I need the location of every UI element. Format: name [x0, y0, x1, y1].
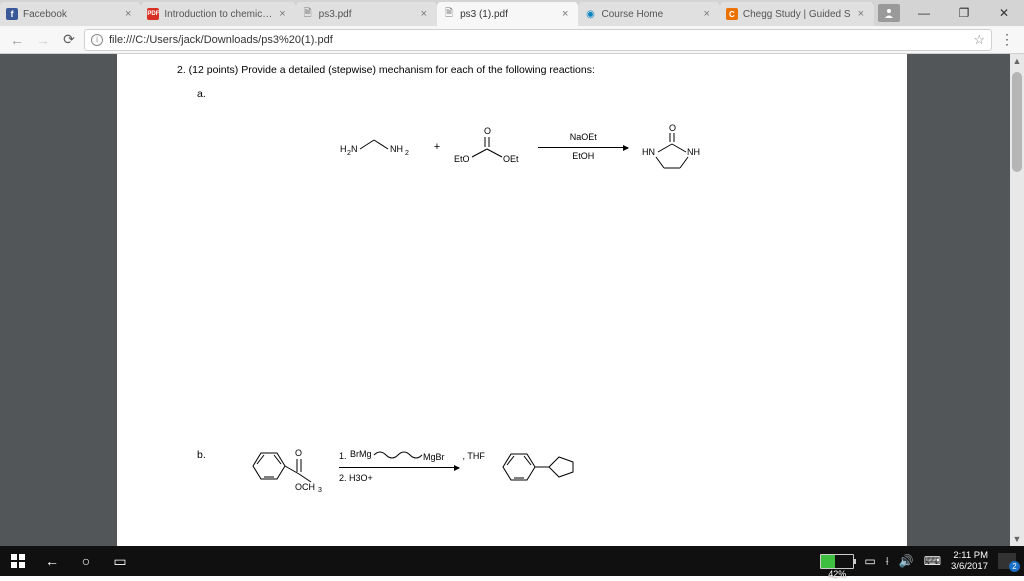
- arrow-icon: [339, 467, 459, 468]
- close-icon[interactable]: ×: [701, 8, 711, 20]
- battery-indicator[interactable]: 42%: [820, 554, 854, 569]
- tab-facebook[interactable]: f Facebook ×: [0, 2, 142, 26]
- svg-text:EtO: EtO: [454, 154, 470, 164]
- plus-sign: +: [434, 141, 440, 153]
- svg-text:MgBr: MgBr: [423, 452, 445, 462]
- svg-text:OEt: OEt: [503, 154, 519, 164]
- start-button[interactable]: [8, 551, 28, 571]
- taskbar: ← ○ ▭ 42% ▭ ⟊ 🔊 ⌨ 2:11 PM 3/6/2017: [0, 546, 1024, 576]
- scroll-down-icon[interactable]: ▼: [1010, 532, 1024, 546]
- bookmark-icon[interactable]: ☆: [973, 32, 985, 48]
- step2: 2. H3O+: [339, 471, 485, 485]
- pdf-icon: PDF: [147, 8, 159, 20]
- volume-icon[interactable]: 🔊: [899, 554, 914, 568]
- tab-ps3[interactable]: 🗎 ps3.pdf ×: [296, 2, 438, 26]
- tab-chegg[interactable]: C Chegg Study | Guided S ×: [720, 2, 875, 26]
- scrollbar[interactable]: ▲ ▼: [1010, 54, 1024, 546]
- tab-course-home[interactable]: ◉ Course Home ×: [578, 2, 720, 26]
- close-icon[interactable]: ×: [856, 8, 866, 20]
- task-view-icon[interactable]: ▭: [110, 551, 130, 571]
- svg-text:O: O: [484, 126, 491, 136]
- pdf-viewport: 2. (12 points) Provide a detailed (stepw…: [0, 54, 1024, 546]
- file-icon: 🗎: [443, 8, 455, 20]
- tab-ps3-1[interactable]: 🗎 ps3 (1).pdf ×: [437, 2, 579, 26]
- svg-text:O: O: [669, 123, 676, 133]
- profile-icon[interactable]: [878, 4, 900, 22]
- tab-label: Introduction to chemic…: [164, 9, 272, 20]
- svg-text:H: H: [340, 144, 347, 154]
- product-b: [499, 445, 583, 489]
- pearson-icon: ◉: [584, 8, 596, 20]
- step1-num: 1.: [339, 449, 347, 463]
- reaction-b-conditions: 1. BrMg MgBr , THF 2. H3O+: [339, 448, 485, 485]
- keyboard-icon[interactable]: ⌨: [924, 554, 941, 568]
- diamine-structure: H2N NH2: [340, 130, 420, 164]
- url-text: file:///C:/Users/jack/Downloads/ps3%20(1…: [109, 34, 967, 46]
- part-a-label: a.: [197, 88, 206, 100]
- forward-button[interactable]: →: [32, 29, 54, 51]
- part-b-label: b.: [197, 449, 206, 461]
- tab-label: ps3 (1).pdf: [460, 9, 555, 20]
- tab-intro-chem[interactable]: PDF Introduction to chemic… ×: [141, 2, 296, 26]
- battery-icon[interactable]: ▭: [864, 554, 875, 568]
- urea-product: O HN NH: [642, 124, 704, 170]
- back-icon[interactable]: ←: [42, 551, 62, 571]
- info-icon[interactable]: i: [91, 34, 103, 46]
- reaction-a: H2N NH2 + O EtO OEt NaOEt EtOH: [247, 124, 797, 170]
- svg-text:HN: HN: [642, 147, 655, 157]
- svg-text:2: 2: [405, 150, 409, 157]
- reaction-arrow: NaOEt EtOH: [538, 147, 628, 148]
- tab-label: ps3.pdf: [319, 9, 414, 20]
- svg-text:N: N: [351, 144, 358, 154]
- scroll-thumb[interactable]: [1012, 72, 1022, 172]
- svg-text:NH: NH: [687, 147, 700, 157]
- svg-text:BrMg: BrMg: [350, 449, 372, 459]
- window-controls: ― ❐ ✕: [874, 0, 1024, 26]
- facebook-icon: f: [6, 8, 18, 20]
- minimize-button[interactable]: ―: [904, 0, 944, 26]
- svg-text:OCH: OCH: [295, 482, 315, 492]
- chegg-icon: C: [726, 8, 738, 20]
- cond-top: NaOEt: [538, 132, 628, 142]
- tab-strip: f Facebook × PDF Introduction to chemic……: [0, 0, 1024, 26]
- cond-bot: EtOH: [538, 151, 628, 161]
- tab-label: Facebook: [23, 9, 118, 20]
- wifi-icon[interactable]: ⟊: [886, 554, 889, 569]
- svg-text:NH: NH: [390, 144, 403, 154]
- clock[interactable]: 2:11 PM 3/6/2017: [951, 550, 988, 573]
- cortana-icon[interactable]: ○: [76, 551, 96, 571]
- pdf-page: 2. (12 points) Provide a detailed (stepw…: [117, 54, 907, 546]
- close-icon[interactable]: ×: [419, 8, 429, 20]
- chrome-menu-button[interactable]: ⋮: [996, 31, 1018, 48]
- clock-time: 2:11 PM: [951, 550, 988, 561]
- address-bar: ← → ⟳ i file:///C:/Users/jack/Downloads/…: [0, 26, 1024, 54]
- grignard-structure: BrMg MgBr: [350, 448, 460, 464]
- tab-label: Course Home: [601, 9, 696, 20]
- battery-pct: 42%: [821, 568, 853, 581]
- scroll-up-icon[interactable]: ▲: [1010, 54, 1024, 68]
- close-icon[interactable]: ×: [560, 8, 570, 20]
- clock-date: 3/6/2017: [951, 561, 988, 572]
- svg-text:3: 3: [318, 487, 322, 494]
- back-button[interactable]: ←: [6, 29, 28, 51]
- reload-button[interactable]: ⟳: [58, 29, 80, 51]
- restore-button[interactable]: ❐: [944, 0, 984, 26]
- ester-structure: O OCH3: [247, 442, 325, 492]
- step1-solvent: , THF: [463, 449, 485, 463]
- tab-label: Chegg Study | Guided S: [743, 9, 851, 20]
- carbonate-structure: O EtO OEt: [454, 127, 524, 167]
- action-center-icon[interactable]: [998, 553, 1016, 569]
- svg-text:O: O: [295, 448, 302, 458]
- close-window-button[interactable]: ✕: [984, 0, 1024, 26]
- close-icon[interactable]: ×: [123, 8, 133, 20]
- omnibox[interactable]: i file:///C:/Users/jack/Downloads/ps3%20…: [84, 29, 992, 51]
- file-icon: 🗎: [302, 8, 314, 20]
- close-icon[interactable]: ×: [277, 8, 287, 20]
- question-text: 2. (12 points) Provide a detailed (stepw…: [177, 64, 847, 76]
- reaction-b: O OCH3 1. BrMg MgBr , THF 2. H3O+: [247, 442, 757, 492]
